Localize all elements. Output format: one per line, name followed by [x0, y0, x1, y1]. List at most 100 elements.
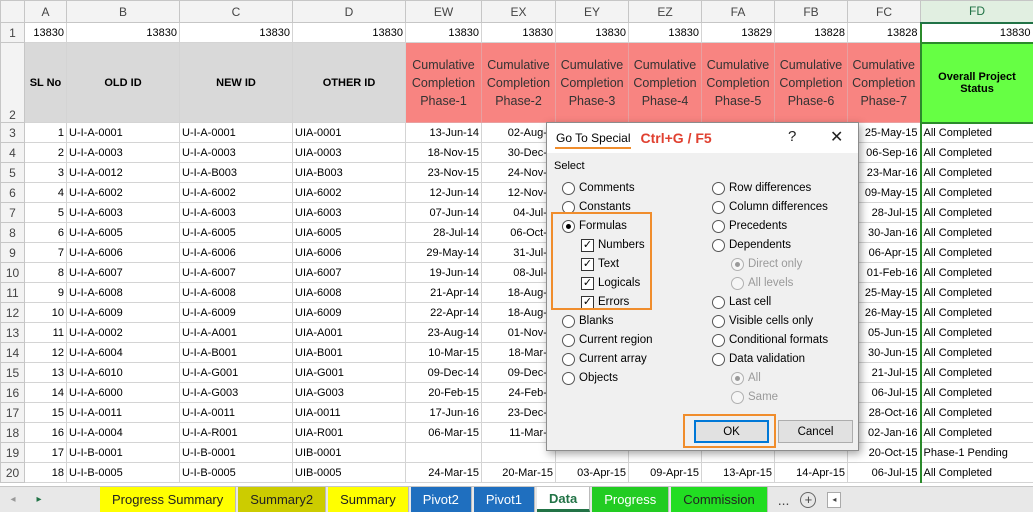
cell-phase-1[interactable]: 21-Apr-14 [405, 282, 482, 303]
cell-phase-2[interactable]: 06-Oct-1 [481, 222, 556, 243]
cell-sl-no[interactable]: 14 [24, 382, 67, 403]
cell-phase-7[interactable]: 06-Jul-15 [847, 462, 921, 483]
cell-status[interactable]: All Completed [919, 182, 1033, 203]
cell-other-id[interactable]: UIA-6005 [292, 222, 406, 243]
cell-sl-no[interactable]: 6 [24, 222, 67, 243]
column-header-ey[interactable]: EY [555, 0, 629, 23]
cell-phase-1[interactable] [405, 442, 482, 463]
cell-status[interactable]: All Completed [919, 242, 1033, 263]
cell-other-id[interactable]: UIA-6009 [292, 302, 406, 323]
cell-sl-no[interactable]: 4 [24, 182, 67, 203]
cell-old-id[interactable]: U-I-A-0012 [66, 162, 180, 183]
cell-other-id[interactable]: UIA-A001 [292, 322, 406, 343]
cell[interactable]: 13830 [919, 22, 1033, 43]
cell-new-id[interactable]: U-I-A-G003 [179, 382, 293, 403]
cell-phase-2[interactable]: 01-Nov-1 [481, 322, 556, 343]
cell-old-id[interactable]: U-I-A-6003 [66, 202, 180, 223]
row-number[interactable]: 18 [0, 422, 25, 443]
tab-scroll-left-icon[interactable]: ◂ [0, 487, 26, 512]
option-text[interactable]: ✓ Text [581, 256, 619, 272]
cell-new-id[interactable]: U-I-A-B003 [179, 162, 293, 183]
cell-phase-2[interactable] [481, 442, 556, 463]
header-overall-status[interactable]: Overall Project Status [919, 41, 1033, 124]
cancel-button[interactable]: Cancel [778, 420, 853, 443]
spreadsheet-grid[interactable]: A B C D EW EX EY EZ FA FB FC FD 1 13830 13830 13830 13… [0, 0, 1033, 483]
cell-sl-no[interactable]: 7 [24, 242, 67, 263]
sheet-tab-progress[interactable]: Progress [592, 487, 670, 512]
cell[interactable]: 13828 [847, 22, 921, 43]
cell-sl-no[interactable]: 17 [24, 442, 67, 463]
cell-phase-1[interactable]: 24-Mar-15 [405, 462, 482, 483]
sheet-tab-pivot1[interactable]: Pivot1 [473, 487, 536, 512]
header-phase-2[interactable]: Cumulative Completion Phase-2 [481, 42, 556, 123]
row-number[interactable]: 17 [0, 402, 25, 423]
cell-phase-2[interactable]: 23-Dec-1 [481, 402, 556, 423]
cell-sl-no[interactable]: 15 [24, 402, 67, 423]
cell-status[interactable]: All Completed [919, 402, 1033, 423]
cell[interactable]: 13830 [481, 22, 556, 43]
option-numbers[interactable]: ✓ Numbers [581, 237, 645, 253]
cell-new-id[interactable]: U-I-A-R001 [179, 422, 293, 443]
cell-phase-2[interactable]: 04-Jul-1 [481, 202, 556, 223]
sheet-tab-pivot2[interactable]: Pivot2 [410, 487, 472, 512]
cell-other-id[interactable]: UIA-G001 [292, 362, 406, 383]
cell-sl-no[interactable]: 16 [24, 422, 67, 443]
cell-new-id[interactable]: U-I-A-6007 [179, 262, 293, 283]
cell-phase-1[interactable]: 23-Nov-15 [405, 162, 482, 183]
cell-new-id[interactable]: U-I-B-0005 [179, 462, 293, 483]
row-number[interactable]: 11 [0, 282, 25, 303]
option-row-differences[interactable]: Row differences [712, 180, 811, 196]
cell-phase-2[interactable]: 30-Dec-1 [481, 142, 556, 163]
option-formulas[interactable]: Formulas [562, 218, 627, 234]
header-phase-1[interactable]: Cumulative Completion Phase-1 [405, 42, 482, 123]
option-precedents[interactable]: Precedents [712, 218, 787, 234]
option-data-validation[interactable]: Data validation [712, 351, 805, 367]
cell[interactable]: 13830 [292, 22, 406, 43]
row-number[interactable]: 20 [0, 462, 25, 483]
cell-old-id[interactable]: U-I-A-6006 [66, 242, 180, 263]
column-header-ew[interactable]: EW [405, 0, 482, 23]
cell-status[interactable]: All Completed [919, 202, 1033, 223]
cell-new-id[interactable]: U-I-A-0003 [179, 142, 293, 163]
cell-status[interactable]: All Completed [919, 162, 1033, 183]
cell-new-id[interactable]: U-I-A-G001 [179, 362, 293, 383]
cell-other-id[interactable]: UIA-0001 [292, 122, 406, 143]
cell-other-id[interactable]: UIA-6003 [292, 202, 406, 223]
header-phase-5[interactable]: Cumulative Completion Phase-5 [701, 42, 775, 123]
cell-sl-no[interactable]: 2 [24, 142, 67, 163]
sheet-tab-data[interactable]: Data [537, 487, 591, 512]
cell-old-id[interactable]: U-I-A-0001 [66, 122, 180, 143]
cell-new-id[interactable]: U-I-A-0011 [179, 402, 293, 423]
cell-phase-2[interactable]: 11-Mar-1 [481, 422, 556, 443]
add-sheet-button[interactable]: + [797, 487, 819, 512]
tab-scroll-right-icon[interactable]: ▸ [26, 487, 52, 512]
cell-status[interactable]: All Completed [919, 362, 1033, 383]
cell-phase-2[interactable]: 18-Aug-1 [481, 302, 556, 323]
column-header-fc[interactable]: FC [847, 0, 921, 23]
cell-phase-4[interactable]: 09-Apr-15 [628, 462, 702, 483]
header-new-id[interactable]: NEW ID [179, 42, 293, 123]
cell[interactable]: 13830 [179, 22, 293, 43]
cell-phase-2[interactable]: 09-Dec-1 [481, 362, 556, 383]
cell-sl-no[interactable]: 12 [24, 342, 67, 363]
sheet-tab-progress-summary[interactable]: Progress Summary [100, 487, 237, 512]
cell-old-id[interactable]: U-I-A-6005 [66, 222, 180, 243]
column-header-ez[interactable]: EZ [628, 0, 702, 23]
cell-phase-2[interactable]: 24-Feb-1 [481, 382, 556, 403]
sheet-tab-summary2[interactable]: Summary2 [238, 487, 327, 512]
cell-sl-no[interactable]: 5 [24, 202, 67, 223]
column-header-fa[interactable]: FA [701, 0, 775, 23]
row-number[interactable]: 8 [0, 222, 25, 243]
column-header-fb[interactable]: FB [774, 0, 848, 23]
cell-sl-no[interactable]: 13 [24, 362, 67, 383]
option-conditional-formats[interactable]: Conditional formats [712, 332, 828, 348]
cell-phase-1[interactable]: 06-Mar-15 [405, 422, 482, 443]
cell-sl-no[interactable]: 1 [24, 122, 67, 143]
header-sl-no[interactable]: SL No [24, 42, 67, 123]
column-header-b[interactable]: B [66, 0, 180, 23]
cell-other-id[interactable]: UIB-0005 [292, 462, 406, 483]
cell-phase-1[interactable]: 22-Apr-14 [405, 302, 482, 323]
cell-status[interactable]: All Completed [919, 422, 1033, 443]
cell-old-id[interactable]: U-I-A-0002 [66, 322, 180, 343]
cell-other-id[interactable]: UIA-B003 [292, 162, 406, 183]
